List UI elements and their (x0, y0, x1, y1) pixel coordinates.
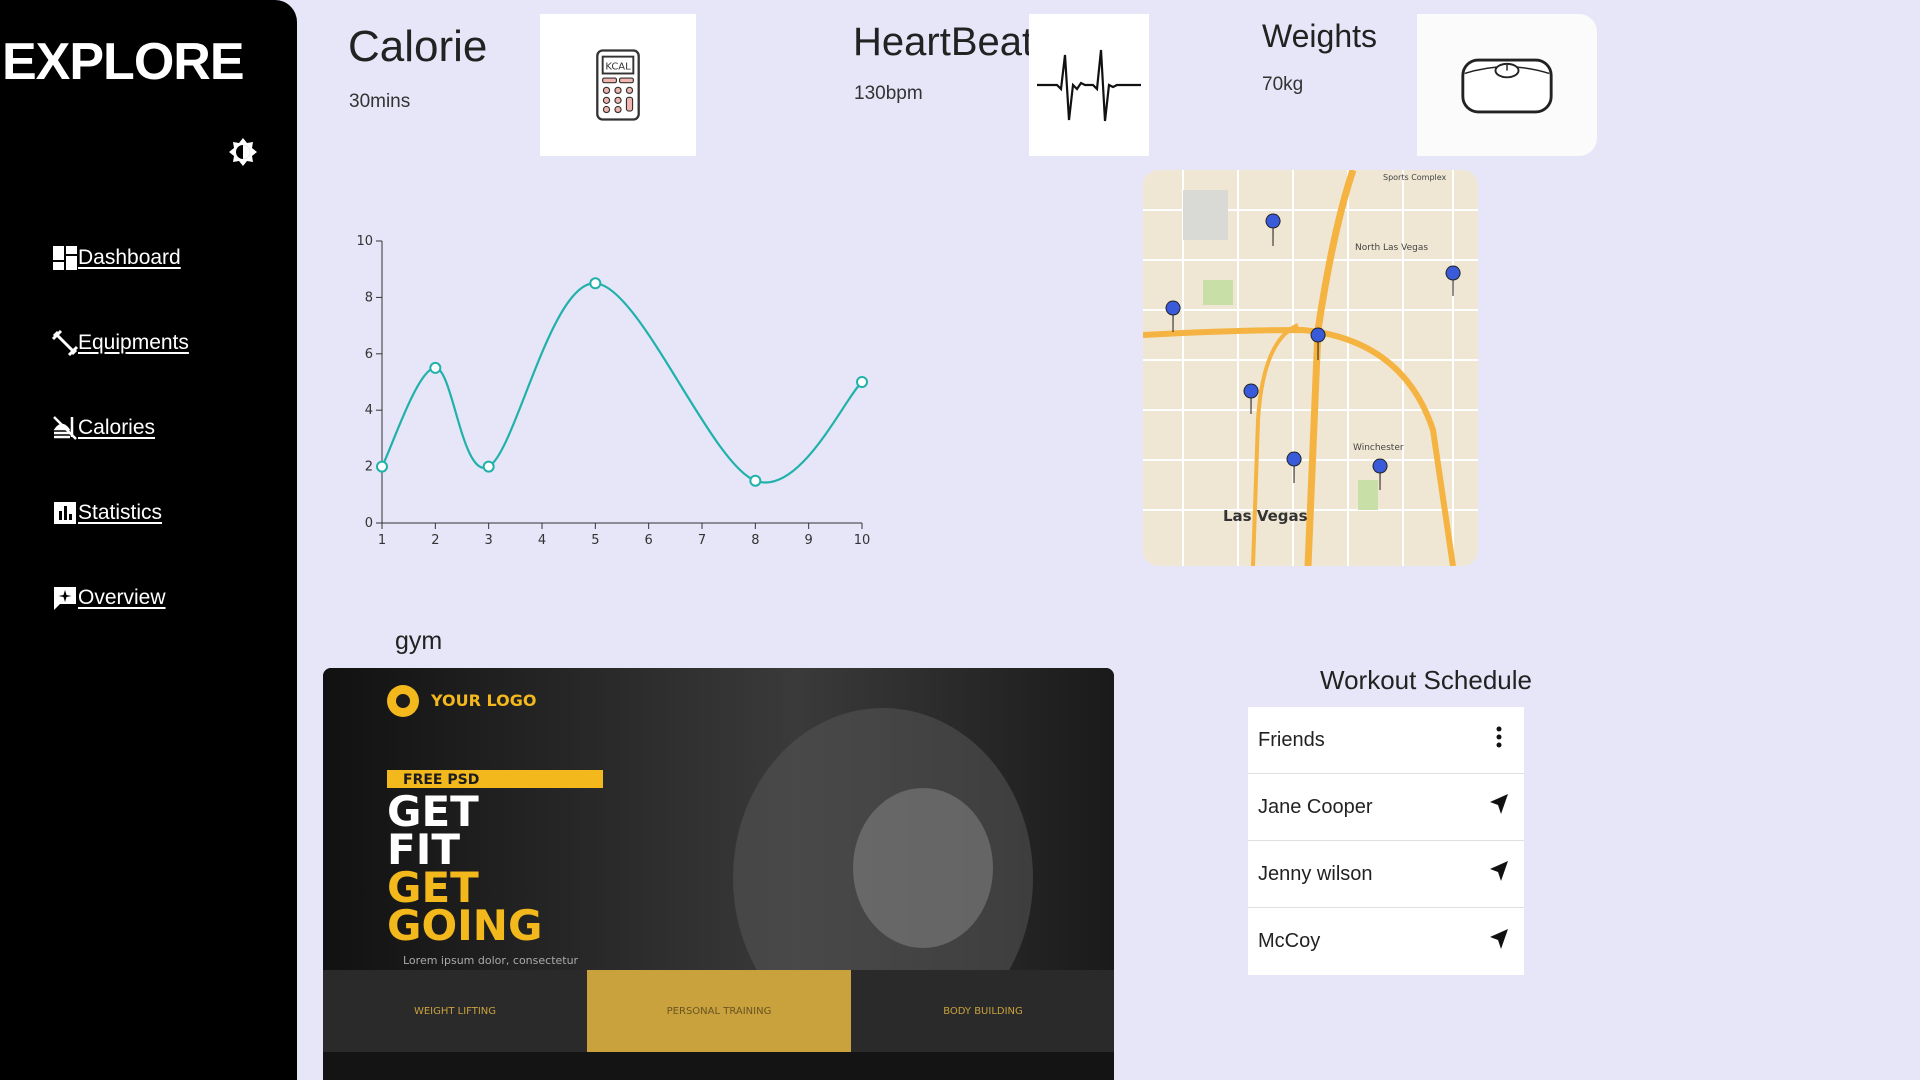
data-point (429, 361, 442, 374)
x-tick-label: 7 (698, 533, 706, 548)
y-tick-label: 0 (365, 516, 373, 531)
x-tick-label: 3 (485, 533, 493, 548)
data-point (589, 277, 602, 290)
gym-label: gym (395, 627, 443, 655)
list-item-friends: Friends (1248, 707, 1524, 774)
poster-badge: FREE PSD (403, 772, 479, 788)
weights-value: 70kg (1262, 74, 1304, 95)
map-label: Sports Complex (1383, 173, 1447, 182)
map-graphic: Las Vegas North Las Vegas Winchester Spo… (1143, 170, 1478, 566)
x-tick-label: 9 (805, 533, 813, 548)
list-item: McCoy (1248, 908, 1524, 975)
scale-icon (1461, 58, 1553, 114)
list-item-name: McCoy (1258, 930, 1321, 952)
workout-schedule-list: Friends Jane Cooper Jenny wilson McCoy (1248, 707, 1524, 975)
map-label: North Las Vegas (1355, 243, 1428, 253)
list-item-name: Jenny wilson (1258, 862, 1373, 885)
sidebar-item-label: Overview (78, 585, 166, 609)
bar-chart-icon (52, 500, 78, 526)
data-point (376, 460, 388, 473)
heartbeat-icon (1037, 49, 1141, 122)
sidebar-item-equipments[interactable]: Equipments (51, 300, 189, 385)
navigation-icon[interactable] (1488, 792, 1510, 822)
sidebar-item-calories[interactable]: Calories (52, 385, 189, 470)
sidebar-item-label: Equipments (78, 330, 189, 354)
poster-line-4: GOING (387, 901, 542, 950)
heartbeat-icon-box (1029, 14, 1149, 156)
navigation-icon[interactable] (1488, 859, 1510, 889)
data-point (482, 460, 495, 473)
map-label: Winchester (1353, 443, 1404, 453)
poster-logo: YOUR LOGO (430, 691, 536, 710)
y-tick-label: 2 (365, 460, 373, 475)
dashboard-icon (52, 245, 78, 271)
x-tick-label: 1 (378, 533, 386, 548)
sidebar-item-label: Calories (78, 415, 156, 439)
gym-poster-graphic: YOUR LOGO FREE PSD GET FIT GET GOING Lor… (323, 668, 1114, 1080)
weights-icon-box (1417, 14, 1597, 156)
calorie-title: Calorie (348, 22, 488, 71)
data-point (749, 474, 762, 487)
list-item-name: Jane Cooper (1258, 795, 1373, 818)
x-tick-label: 5 (591, 533, 599, 548)
calorie-icon-box: KCAL (540, 14, 696, 156)
overview-icon (52, 585, 78, 611)
line-chart: 02468101 2 3 4 5 6 7 8 9 10 (356, 234, 871, 548)
sidebar-item-label: Dashboard (78, 245, 181, 269)
navigation-icon[interactable] (1488, 927, 1510, 957)
x-tick-label: 10 (854, 533, 871, 548)
poster-panel: PERSONAL TRAINING (667, 1006, 772, 1017)
sidebar-nav: Dashboard Equipments Calories Statistics… (51, 215, 189, 640)
y-tick-label: 8 (365, 290, 373, 305)
map[interactable]: Las Vegas North Las Vegas Winchester Spo… (1143, 170, 1478, 566)
no-food-icon (52, 415, 78, 441)
y-tick-label: 6 (365, 347, 373, 362)
brightness-icon[interactable] (229, 138, 257, 166)
x-tick-label: 8 (751, 533, 759, 548)
heartbeat-value: 130bpm (854, 83, 923, 104)
sidebar-item-label: Statistics (78, 500, 163, 524)
series-line (381, 282, 863, 484)
poster-sub: Lorem ipsum dolor, consectetur (403, 954, 579, 967)
heartbeat-title: HeartBeat (853, 20, 1034, 64)
y-tick-label: 4 (365, 403, 373, 418)
sidebar-item-overview[interactable]: Overview (52, 555, 189, 640)
kcal-text: KCAL (605, 62, 631, 73)
sidebar-item-statistics[interactable]: Statistics (52, 470, 189, 555)
x-tick-label: 2 (431, 533, 439, 548)
poster-panel: WEIGHT LIFTING (414, 1006, 496, 1017)
weights-title: Weights (1262, 18, 1378, 54)
workout-schedule-title: Workout Schedule (1320, 665, 1532, 695)
list-item-name: Friends (1258, 728, 1325, 751)
list-item: Jenny wilson (1248, 841, 1524, 908)
x-tick-label: 4 (538, 533, 546, 548)
y-tick-label: 10 (356, 234, 373, 249)
brand-title: EXPLORE (2, 33, 244, 91)
gym-poster-image[interactable]: YOUR LOGO FREE PSD GET FIT GET GOING Lor… (323, 668, 1114, 1080)
more-vertical-icon[interactable] (1488, 725, 1510, 755)
x-tick-label: 6 (645, 533, 653, 548)
poster-panel: BODY BUILDING (943, 1006, 1023, 1017)
data-point (856, 376, 868, 388)
map-city-label: Las Vegas (1223, 507, 1308, 525)
calculator-kcal-icon: KCAL (596, 49, 640, 121)
list-item: Jane Cooper (1248, 774, 1524, 841)
sidebar: EXPLORE Dashboard Equipments Calories St… (0, 0, 297, 1080)
dumbbell-icon (51, 329, 79, 356)
sidebar-item-dashboard[interactable]: Dashboard (52, 215, 189, 300)
calorie-value: 30mins (349, 91, 411, 112)
